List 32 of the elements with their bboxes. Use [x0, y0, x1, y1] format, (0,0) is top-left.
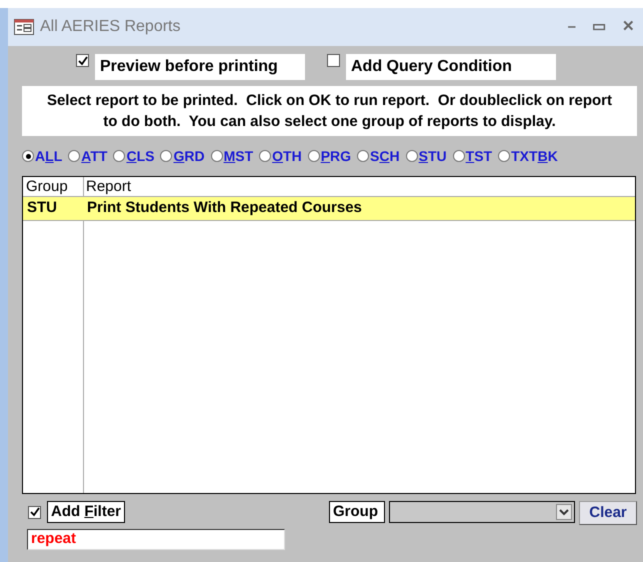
group-radio[interactable]: ALL: [22, 146, 62, 166]
column-header: Report: [85, 177, 132, 196]
checkbox[interactable]: [28, 506, 41, 518]
close-button[interactable]: ✕: [622, 16, 635, 38]
group-radio[interactable]: GRD: [160, 146, 205, 166]
option-label: Preview before printing: [95, 54, 305, 80]
group-radio[interactable]: STU: [406, 146, 447, 166]
instructions-text: Select report to be printed. Click on OK to run report. Or doubleclick on report to do both. You can also select one group of reports to display.: [22, 86, 637, 136]
group-radio[interactable]: PRG: [308, 146, 352, 166]
group-label: Group: [329, 501, 385, 523]
filter-field[interactable]: repeat: [27, 529, 285, 550]
column-header: Group: [25, 177, 69, 196]
group-radio[interactable]: SCH: [357, 146, 400, 166]
group-radio[interactable]: ATT: [68, 146, 108, 166]
group-radio[interactable]: CLS: [113, 146, 154, 166]
form-icon: [14, 19, 34, 35]
checkbox[interactable]: [76, 54, 89, 67]
group-radio[interactable]: MST: [210, 146, 254, 166]
table-cell-text: STU: [26, 198, 58, 218]
table-row[interactable]: STU Print Students With Repeated Courses: [23, 197, 635, 221]
table-cell-text: Print Students With Repeated Courses: [86, 198, 363, 218]
checkbox[interactable]: [327, 54, 340, 67]
minimize-button[interactable]: –: [568, 16, 576, 38]
maximize-button[interactable]: ▭: [592, 16, 606, 38]
group-radio[interactable]: TST: [452, 146, 492, 166]
group-radio[interactable]: OTH: [259, 146, 302, 166]
group-radio[interactable]: TXTBK: [498, 146, 558, 166]
clear-button[interactable]: Clear: [579, 501, 637, 525]
group-dropdown[interactable]: [389, 501, 575, 523]
option-label: Add Query Condition: [346, 54, 556, 80]
filter-label: Add Filter: [47, 501, 126, 523]
window-title: All AERIES Reports: [40, 17, 180, 37]
